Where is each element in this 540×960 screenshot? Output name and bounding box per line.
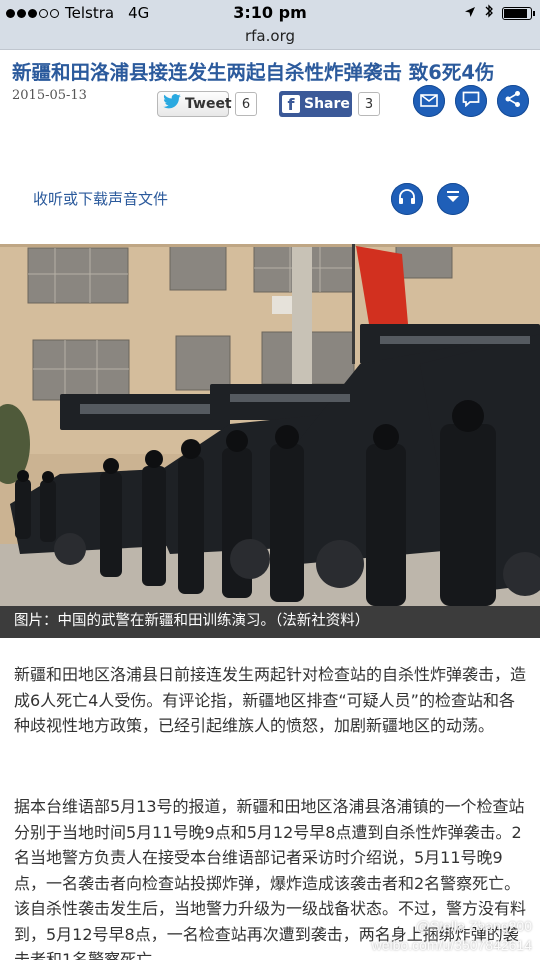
url-bar[interactable]: rfa.org: [0, 26, 540, 50]
tweet-button[interactable]: Tweet: [157, 91, 232, 117]
facebook-icon: f: [282, 95, 300, 113]
clock: 3:10 pm: [233, 3, 307, 22]
audio-download-link[interactable]: 收听或下载声音文件: [33, 188, 168, 209]
armed-police-drill-image: [0, 244, 540, 606]
facebook-share-button[interactable]: f Share: [279, 91, 352, 117]
social-share-row: Tweet 6 f Share 3: [157, 91, 380, 117]
article-photo: [0, 244, 540, 606]
tweet-label: Tweet: [185, 96, 232, 112]
photo-caption: 图片：中国的武警在新疆和田训练演习。（法新社资料）: [0, 606, 540, 638]
article-date: 2015-05-13: [12, 88, 87, 103]
article-paragraph-2: 据本台维语部5月13号的报道，新疆和田地区洛浦县洛浦镇的一个检查站分别于当地时间…: [14, 797, 527, 960]
location-icon: [464, 4, 476, 22]
battery-icon: [502, 6, 535, 20]
comment-button[interactable]: [455, 85, 487, 117]
headphones-icon: [397, 188, 417, 210]
download-icon: [444, 188, 462, 210]
weibo-watermark-user: @Stella Zhang200: [415, 918, 532, 934]
status-bar: Telstra 4G 3:10 pm: [0, 0, 540, 26]
comment-icon: [462, 91, 480, 111]
download-audio-button[interactable]: [437, 183, 469, 215]
facebook-share-count: 3: [358, 92, 380, 116]
twitter-bird-icon: [162, 94, 182, 114]
facebook-share-label: Share: [304, 96, 350, 112]
bluetooth-icon: [484, 3, 494, 23]
article-headline: 新疆和田洛浦县接连发生两起自杀性炸弹袭击 致6死4伤: [12, 61, 495, 84]
share-button[interactable]: [497, 85, 529, 117]
url-domain: rfa.org: [244, 27, 295, 45]
article-paragraph-1: 新疆和田地区洛浦县日前接连发生两起针对检查站的自杀性炸弹袭击，造成6人死亡4人受…: [14, 665, 527, 735]
tweet-count: 6: [235, 92, 257, 116]
mail-icon: [420, 92, 438, 111]
share-icon: [504, 90, 522, 112]
email-button[interactable]: [413, 85, 445, 117]
listen-button[interactable]: [391, 183, 423, 215]
weibo-watermark-url: weibo.com/u/3507842614: [371, 937, 532, 953]
